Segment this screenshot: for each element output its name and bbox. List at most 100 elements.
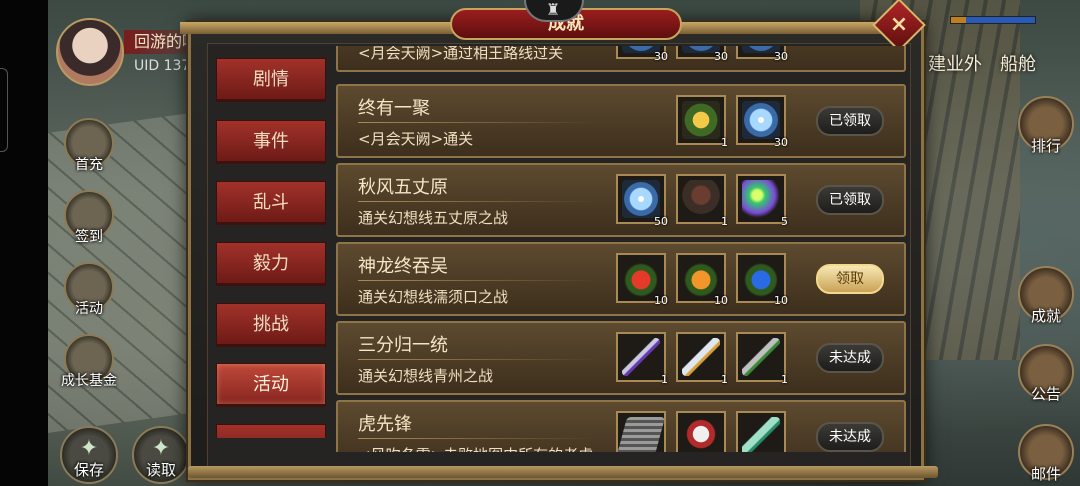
scroll-icon xyxy=(616,417,666,452)
reward-slot[interactable]: 30 xyxy=(616,46,668,63)
reward-count: 1 xyxy=(721,136,728,149)
reward-count: 30 xyxy=(714,50,728,63)
achievement-row: 神龙终吞吴 通关幻想线濡须口之战 10 10 10 领取 xyxy=(336,242,906,316)
beast-icon xyxy=(682,417,720,452)
spear-icon xyxy=(622,338,660,376)
location-label: 建业外 船舱 xyxy=(928,50,1054,76)
achievement-button[interactable]: 成就 xyxy=(1018,266,1074,325)
tab-melee[interactable]: 乱斗 xyxy=(216,181,326,225)
row-divider xyxy=(358,122,598,123)
load-icon: ✦ xyxy=(151,436,171,461)
crystal-icon xyxy=(742,101,780,139)
reward-slot[interactable] xyxy=(736,411,786,452)
ranking-label: 排行 xyxy=(1030,137,1061,155)
location-room: 船舱 xyxy=(1000,54,1036,75)
reward-slot[interactable]: 30 xyxy=(676,46,728,63)
reward-count: 10 xyxy=(654,294,668,307)
save-button[interactable]: ✦ 保存 xyxy=(60,426,118,484)
achievement-row: 终有一聚 <月会天阙>通关 1 30 已领取 xyxy=(336,84,906,158)
tab-perseverance[interactable]: 毅力 xyxy=(216,242,326,286)
first-recharge-label: 首充 xyxy=(75,157,103,173)
fruit-red-icon xyxy=(622,259,660,297)
reward-slot[interactable]: 5 xyxy=(736,174,788,228)
ranking-button[interactable]: 排行 xyxy=(1018,96,1074,155)
tab-challenge[interactable]: 挑战 xyxy=(216,303,326,347)
green-sword-icon xyxy=(742,417,780,452)
dialog-trim-bottom xyxy=(188,466,938,478)
row-divider xyxy=(358,359,598,360)
row-divider xyxy=(358,201,598,202)
reward-slot[interactable]: 1 xyxy=(736,332,788,386)
reward-slot[interactable]: 1 xyxy=(676,332,728,386)
tab-events[interactable]: 事件 xyxy=(216,120,326,164)
dialog-trim-right xyxy=(660,22,900,34)
reward-slot[interactable]: 10 xyxy=(736,253,788,307)
location-area: 建业外 xyxy=(928,54,982,75)
reward-count: 30 xyxy=(654,50,668,63)
fruit-blue-icon xyxy=(742,259,780,297)
achievement-label: 成就 xyxy=(1030,307,1061,325)
notice-label: 公告 xyxy=(1030,385,1061,403)
reward-count: 10 xyxy=(714,294,728,307)
achievement-row-partial: <月会天阙>通过相王路线过关 30 30 30 xyxy=(336,46,906,72)
reward-slot[interactable] xyxy=(676,411,726,452)
achievement-name: 秋风五丈原 xyxy=(358,177,448,198)
load-label: 读取 xyxy=(145,461,176,479)
achievement-desc: 通关幻想线青州之战 xyxy=(358,367,494,385)
load-button[interactable]: ✦ 读取 xyxy=(132,426,190,484)
sign-in-label: 签到 xyxy=(75,229,103,245)
reward-count: 5 xyxy=(781,215,788,228)
blade-icon xyxy=(742,338,780,376)
reward-count: 1 xyxy=(781,373,788,386)
not-achieved-button[interactable]: 未达成 xyxy=(816,422,884,452)
orb-icon xyxy=(742,180,780,218)
reward-slot[interactable]: 10 xyxy=(676,253,728,307)
unit-icon xyxy=(682,180,720,218)
reward-count: 30 xyxy=(774,136,788,149)
reward-slot[interactable]: 30 xyxy=(736,95,788,149)
reward-count: 1 xyxy=(721,373,728,386)
reward-slot[interactable]: 50 xyxy=(616,174,668,228)
row-divider xyxy=(358,438,598,439)
achievement-row: 秋风五丈原 通关幻想线五丈原之战 50 1 5 已领取 xyxy=(336,163,906,237)
reward-count: 30 xyxy=(774,50,788,63)
claimed-button[interactable]: 已领取 xyxy=(816,106,884,136)
crystal-icon xyxy=(622,180,660,218)
growth-fund-button[interactable]: 成长基金 xyxy=(61,334,117,389)
player-avatar[interactable] xyxy=(56,18,124,86)
fruit-orange-icon xyxy=(682,259,720,297)
not-achieved-button[interactable]: 未达成 xyxy=(816,343,884,373)
reward-slot[interactable]: 1 xyxy=(676,174,728,228)
reward-slot[interactable]: 30 xyxy=(736,46,788,63)
reward-slot[interactable]: 1 xyxy=(616,332,668,386)
resource-bar xyxy=(950,16,1036,24)
claimed-button[interactable]: 已领取 xyxy=(816,185,884,215)
reward-slot[interactable] xyxy=(616,411,666,452)
reward-count: 10 xyxy=(774,294,788,307)
notch-handle xyxy=(0,68,8,152)
claim-button[interactable]: 领取 xyxy=(816,264,884,294)
reward-count: 50 xyxy=(654,215,668,228)
achievement-desc: <风吹冬雷>击败地图中所有的老虎 xyxy=(358,444,593,452)
reward-count: 1 xyxy=(661,373,668,386)
row-divider xyxy=(358,280,598,281)
reward-slot[interactable]: 10 xyxy=(616,253,668,307)
flower-icon xyxy=(682,101,720,139)
reward-slot[interactable]: 1 xyxy=(676,95,728,149)
event-button[interactable]: 活动 xyxy=(64,262,114,317)
tab-more[interactable] xyxy=(216,424,326,438)
sword-icon xyxy=(682,338,720,376)
category-tabs: 剧情 事件 乱斗 毅力 挑战 活动 xyxy=(216,58,326,438)
first-recharge-button[interactable]: 首充 xyxy=(64,118,114,173)
tab-activity[interactable]: 活动 xyxy=(216,363,326,407)
reward-count: 1 xyxy=(721,215,728,228)
achievement-list[interactable]: <月会天阙>通过相王路线过关 30 30 30 终有一聚 <月会天阙>通关 1 … xyxy=(336,46,908,452)
dialog-trim-left xyxy=(180,22,470,34)
mail-button[interactable]: 邮件 xyxy=(1018,424,1074,483)
save-icon: ✦ xyxy=(79,436,99,461)
achievement-name: 虎先锋 xyxy=(358,414,412,435)
sign-in-button[interactable]: 签到 xyxy=(64,190,114,245)
notice-button[interactable]: 公告 xyxy=(1018,344,1074,403)
mail-label: 邮件 xyxy=(1030,465,1061,483)
tab-story[interactable]: 剧情 xyxy=(216,58,326,102)
